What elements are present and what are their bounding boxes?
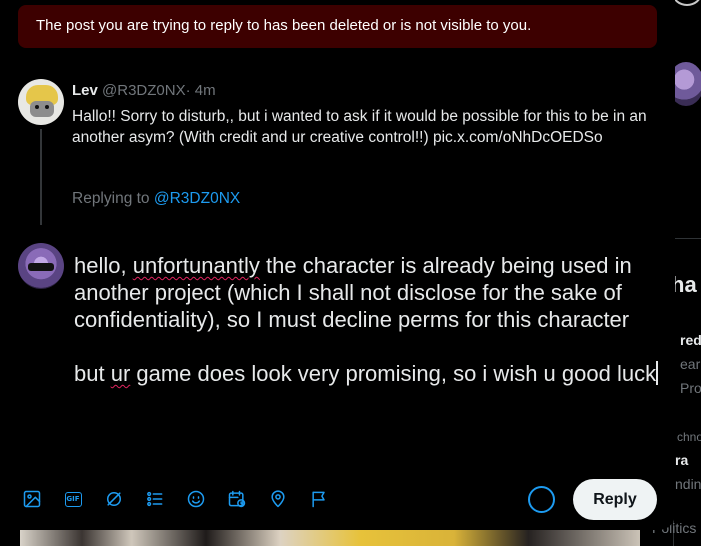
user-avatar [18, 243, 64, 289]
misspelled-word: unfortunantly [132, 253, 260, 278]
gif-label: GIF [64, 491, 82, 507]
flag-icon[interactable] [305, 485, 333, 513]
background-trend-1: red [680, 332, 701, 348]
reply-paragraph-2: but ur game does look very promising, so… [74, 361, 658, 386]
reply-paragraph-1: hello, unfortunantly the character is al… [74, 253, 632, 332]
original-post-avatar[interactable] [18, 79, 64, 125]
background-trend-6: ndin [675, 476, 701, 492]
replying-to-label: Replying to [72, 190, 150, 207]
author-name[interactable]: Lev [72, 82, 98, 99]
background-image-strip [20, 528, 640, 546]
schedule-icon[interactable] [223, 485, 251, 513]
author-handle[interactable]: @R3DZ0NX [102, 82, 186, 99]
header-separator: · [185, 82, 191, 99]
image-icon[interactable] [18, 485, 46, 513]
poll-icon[interactable] [141, 485, 169, 513]
gif-icon[interactable]: GIF [59, 485, 87, 513]
original-post-header: Lev @R3DZ0NX· 4m [72, 82, 216, 99]
alert-message: The post you are trying to reply to has … [36, 17, 532, 34]
background-divider [674, 238, 701, 239]
background-trend-4: chno [677, 430, 701, 444]
text-caret [656, 361, 658, 385]
deleted-post-alert: The post you are trying to reply to has … [18, 5, 657, 48]
emoji-icon[interactable] [182, 485, 210, 513]
compose-toolbar: GIF [18, 485, 346, 513]
reply-modal: The post you are trying to reply to has … [0, 0, 675, 530]
thread-line [40, 129, 42, 225]
reply-button[interactable]: Reply [573, 479, 657, 520]
misspelled-word: ur [110, 361, 131, 386]
original-post-text: Hallo!! Sorry to disturb,, but i wanted … [72, 108, 647, 146]
post-timestamp[interactable]: 4m [195, 82, 216, 99]
reply-compose-textbox[interactable]: hello, unfortunantly the character is al… [74, 252, 664, 387]
background-trend-3: Pro [680, 380, 701, 396]
replying-to-mention[interactable]: @R3DZ0NX [154, 190, 240, 207]
background-trend-5: ra [675, 452, 689, 468]
location-icon[interactable] [264, 485, 292, 513]
grok-icon[interactable] [100, 485, 128, 513]
character-count-ring [528, 486, 555, 513]
background-circle [672, 0, 701, 6]
background-trend-2: ear [680, 356, 701, 372]
replying-to: Replying to @R3DZ0NX [72, 190, 240, 208]
